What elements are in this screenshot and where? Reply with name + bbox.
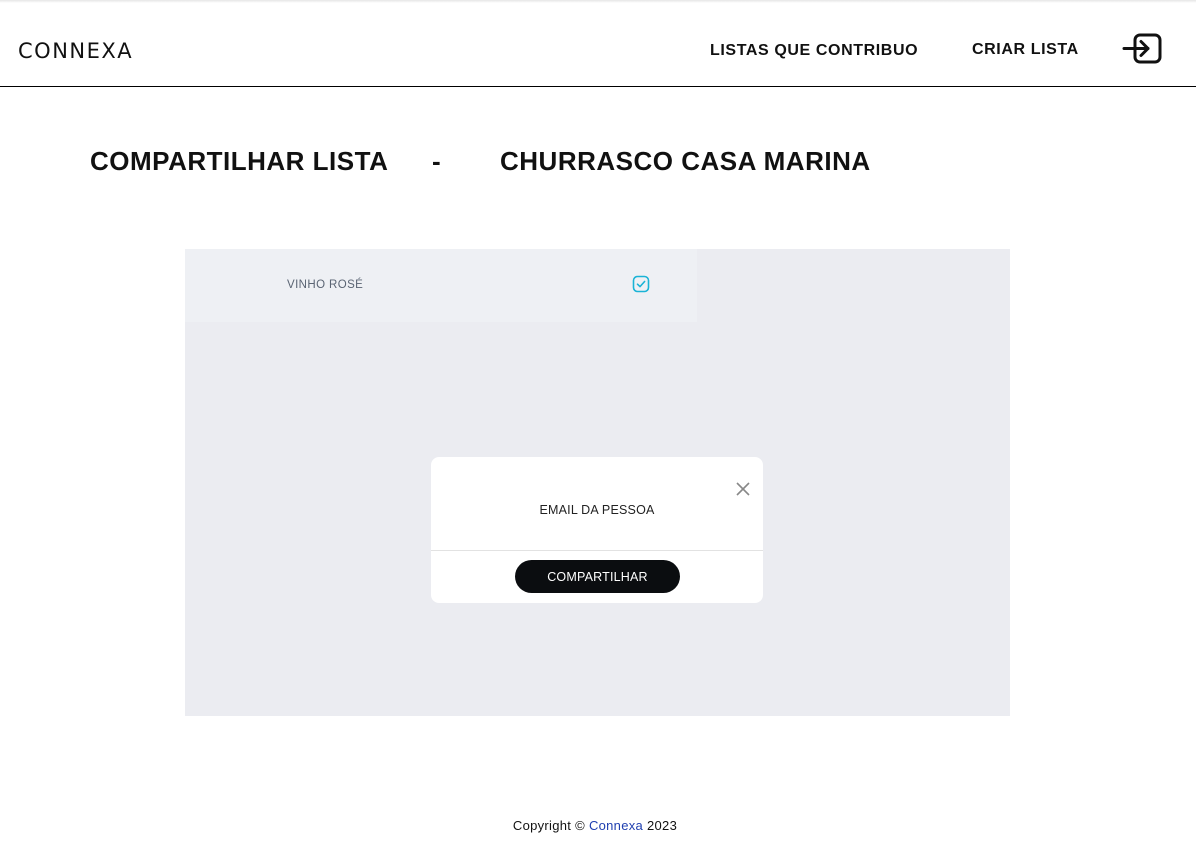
copyright-year: 2023 (647, 818, 678, 833)
top-navbar: CONNEXA LISTAS QUE CONTRIBUO CRIAR LISTA (0, 0, 1196, 87)
checkbox-checked-icon[interactable] (632, 275, 650, 293)
nav-criar-lista[interactable]: CRIAR LISTA (972, 41, 1079, 59)
footer: Copyright © Connexa 2023 (0, 818, 1190, 833)
modal-divider (431, 550, 763, 551)
close-icon[interactable] (733, 479, 753, 499)
connexa-logo[interactable]: CONNEXA (18, 39, 133, 63)
share-button[interactable]: COMPARTILHAR (515, 560, 680, 593)
title-separator: - (432, 146, 442, 176)
list-item: VINHO ROSÉ (185, 249, 697, 322)
nav-listas-que-contribuo[interactable]: LISTAS QUE CONTRIBUO (710, 42, 918, 60)
share-modal: EMAIL DA PESSOA COMPARTILHAR (431, 457, 763, 603)
email-field[interactable]: EMAIL DA PESSOA (431, 503, 763, 517)
list-item-label: VINHO ROSÉ (287, 279, 364, 291)
copyright-text: Copyright © (512, 818, 586, 833)
login-icon[interactable] (1122, 32, 1162, 66)
list-name: CHURRASCO CASA MARINA (500, 146, 871, 176)
page-title: COMPARTILHAR LISTA (90, 146, 389, 176)
brand-link[interactable]: Connexa (589, 818, 643, 833)
